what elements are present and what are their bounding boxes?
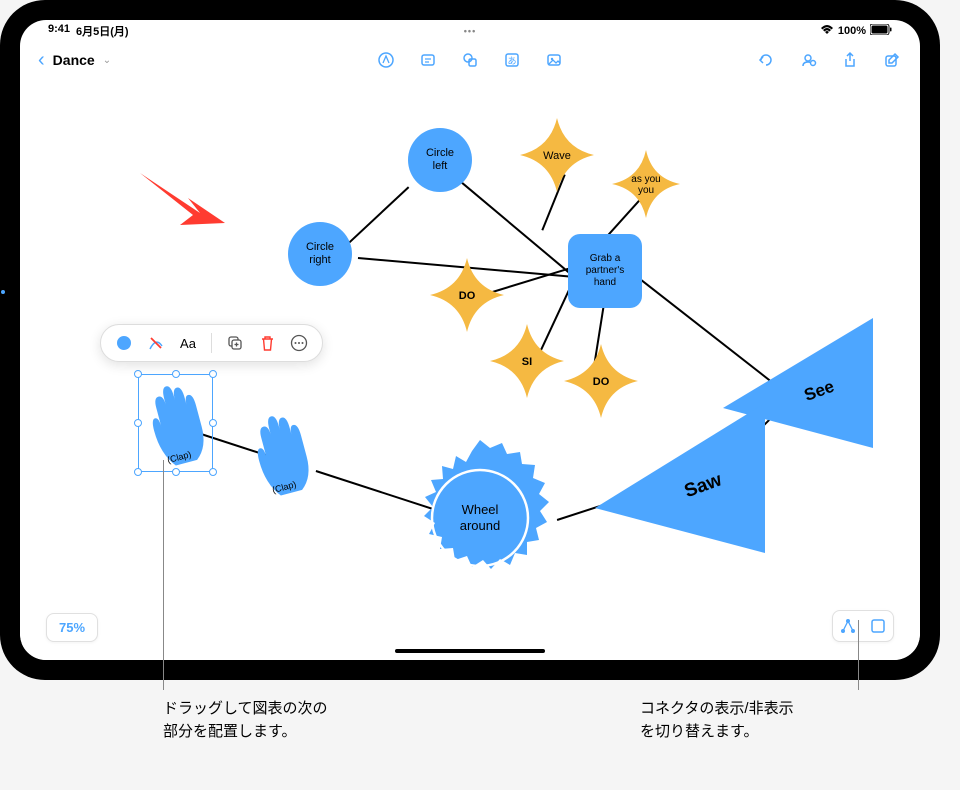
document-title[interactable]: Dance (53, 52, 95, 68)
battery-icon (870, 24, 892, 38)
shape-label: Grab a partner's hand (586, 253, 625, 289)
cm-more-icon[interactable] (290, 334, 308, 352)
svg-text:as you: as you (631, 174, 660, 185)
shape-hand-clap1[interactable]: (Clap) (135, 368, 225, 478)
canvas[interactable]: Circle left Circle right Wave as youyou … (20, 78, 920, 660)
shape-wheel-badge[interactable]: Wheel around (400, 438, 560, 598)
shape-grab-square[interactable]: Grab a partner's hand (568, 234, 642, 308)
callout-left: ドラッグして図表の次の 部分を配置します。 (163, 698, 328, 743)
callout-right: コネクタの表示/非表示 を切り替えます。 (640, 698, 794, 743)
cm-fill-icon[interactable] (115, 334, 133, 352)
status-bar: 9:41 6月5日(月) ••• 100% (20, 20, 920, 42)
cm-delete-icon[interactable] (258, 334, 276, 352)
note-tool-icon[interactable] (418, 50, 438, 70)
home-indicator[interactable] (395, 649, 545, 653)
text-tool-icon[interactable]: あ (502, 50, 522, 70)
shape-label: Circle left (426, 147, 454, 173)
bottom-tools (832, 610, 894, 642)
home-accent (1, 290, 5, 294)
svg-text:Wave: Wave (543, 150, 571, 162)
undo-icon[interactable] (756, 50, 776, 70)
compose-icon[interactable] (882, 50, 902, 70)
arrow-graphic[interactable] (130, 163, 230, 243)
shape-star-si[interactable]: SI (488, 322, 566, 400)
screen: 9:41 6月5日(月) ••• 100% ‹ Dance ⌄ (20, 20, 920, 660)
title-chevron-icon[interactable]: ⌄ (103, 55, 111, 66)
svg-text:DO: DO (459, 290, 476, 302)
status-time: 9:41 (48, 23, 70, 39)
shape-circle-right[interactable]: Circle right (288, 222, 352, 286)
cm-separator (211, 333, 212, 353)
shape-tool-icon[interactable] (460, 50, 480, 70)
shape-triangle-saw[interactable]: Saw (595, 403, 765, 553)
svg-text:DO: DO (593, 376, 610, 388)
shape-hand-clap2[interactable]: (Clap) (240, 398, 330, 508)
context-menu: Aa (100, 324, 323, 362)
shape-star-asyou[interactable]: as youyou (610, 148, 682, 220)
back-button[interactable]: ‹ (38, 49, 45, 72)
toolbar: ‹ Dance ⌄ あ (20, 42, 920, 78)
collaborate-icon[interactable] (798, 50, 818, 70)
callout-line (163, 460, 164, 690)
svg-text:you: you (638, 185, 654, 196)
cm-remove-connector-icon[interactable] (147, 334, 165, 352)
image-tool-icon[interactable] (544, 50, 564, 70)
status-date: 6月5日(月) (76, 23, 129, 39)
battery-text: 100% (838, 25, 866, 37)
shape-circle-left[interactable]: Circle left (408, 128, 472, 192)
shape-label: Circle right (306, 241, 334, 267)
pen-tool-icon[interactable] (376, 50, 396, 70)
share-icon[interactable] (840, 50, 860, 70)
cm-text-button[interactable]: Aa (179, 334, 197, 352)
ipad-frame: 9:41 6月5日(月) ••• 100% ‹ Dance ⌄ (0, 0, 940, 680)
svg-text:SI: SI (522, 356, 532, 368)
svg-text:あ: あ (507, 56, 516, 66)
wifi-icon (820, 25, 834, 38)
square-tool-icon[interactable] (869, 617, 887, 635)
callout-line (858, 620, 859, 690)
shape-star-wave[interactable]: Wave (518, 116, 596, 194)
svg-text:Wheel: Wheel (462, 502, 499, 517)
connector-toggle-icon[interactable] (839, 617, 857, 635)
multitask-dots[interactable]: ••• (464, 26, 476, 36)
svg-text:around: around (460, 518, 500, 533)
zoom-level[interactable]: 75% (46, 613, 98, 642)
cm-duplicate-icon[interactable] (226, 334, 244, 352)
